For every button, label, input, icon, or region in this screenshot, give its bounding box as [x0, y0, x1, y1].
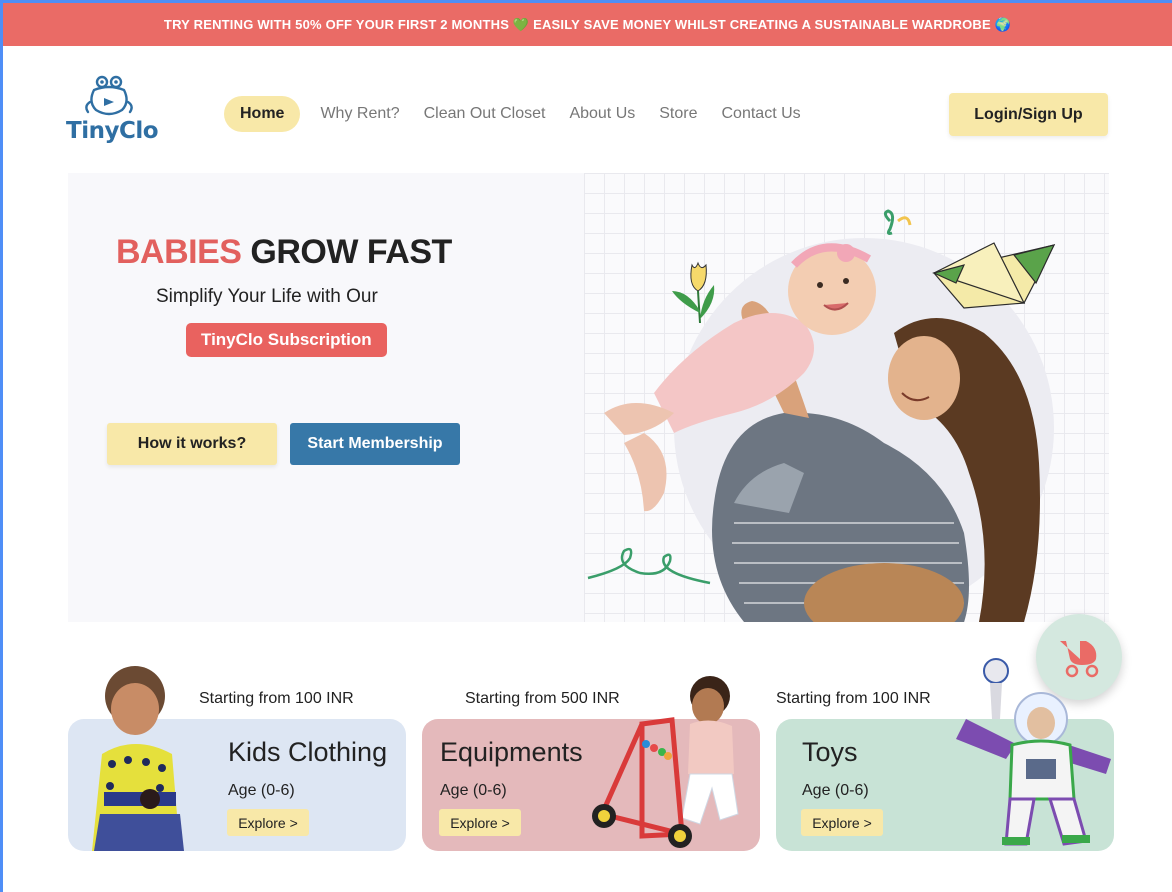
how-it-works-button[interactable]: How it works?	[107, 423, 277, 465]
headline-accent: BABIES	[116, 233, 242, 271]
nav-about-us[interactable]: About Us	[557, 96, 647, 132]
main-nav: Home Why Rent? Clean Out Closet About Us…	[224, 96, 813, 132]
brand-name: TinyClo	[66, 118, 159, 144]
toys-price: Starting from 100 INR	[776, 690, 931, 707]
tulip-icon	[672, 261, 715, 324]
kids-clothing-image	[92, 666, 184, 851]
toy-figures-image	[956, 658, 1111, 846]
toys-age: Age (0-6)	[802, 782, 869, 799]
promo-banner-text: TRY RENTING WITH 50% OFF YOUR FIRST 2 MO…	[163, 16, 1012, 32]
nav-contact-us[interactable]: Contact Us	[710, 96, 813, 132]
category-card-toys[interactable]: Toys Age (0-6) Explore >	[776, 658, 1114, 851]
kids-clothing-title: Kids Clothing	[228, 737, 388, 767]
headline-rest: GROW FAST	[250, 233, 452, 271]
equipments-age: Age (0-6)	[440, 782, 507, 799]
subscription-pill: TinyClo Subscription	[186, 323, 387, 357]
toys-title: Toys	[802, 737, 858, 767]
small-squiggle-icon	[883, 209, 895, 235]
baby-walker-image	[592, 676, 739, 848]
nav-home[interactable]: Home	[224, 96, 301, 132]
hero-subline: Simplify Your Life with Our	[156, 286, 378, 307]
nav-store[interactable]: Store	[647, 96, 709, 132]
hero-headline: BABIES GROW FAST	[116, 233, 452, 272]
hero-mother-baby-illustration	[587, 209, 1056, 622]
kids-clothing-age: Age (0-6)	[228, 782, 295, 799]
green-squiggle-icon	[587, 547, 711, 585]
start-membership-button[interactable]: Start Membership	[290, 423, 460, 465]
login-signup-button[interactable]: Login/Sign Up	[949, 93, 1108, 136]
kids-clothing-explore-button[interactable]: Explore >	[227, 809, 309, 836]
category-card-kids-clothing[interactable]: Kids Clothing Age (0-6) Explore >	[68, 666, 406, 851]
equipments-explore-button[interactable]: Explore >	[439, 809, 521, 836]
hero-section: BABIES GROW FAST Simplify Your Life with…	[68, 173, 1109, 622]
promo-banner: TRY RENTING WITH 50% OFF YOUR FIRST 2 MO…	[3, 3, 1172, 46]
equipments-title: Equipments	[440, 737, 583, 767]
nav-clean-out-closet[interactable]: Clean Out Closet	[412, 96, 558, 132]
brand-logo[interactable]: TinyClo	[66, 72, 159, 152]
category-card-equipments[interactable]: Equipments Age (0-6) Explore >	[422, 676, 760, 851]
frog-mascot-icon	[85, 75, 133, 116]
toys-explore-button[interactable]: Explore >	[801, 809, 883, 836]
nav-why-rent[interactable]: Why Rent?	[308, 96, 411, 132]
kids-clothing-price: Starting from 100 INR	[199, 690, 354, 707]
